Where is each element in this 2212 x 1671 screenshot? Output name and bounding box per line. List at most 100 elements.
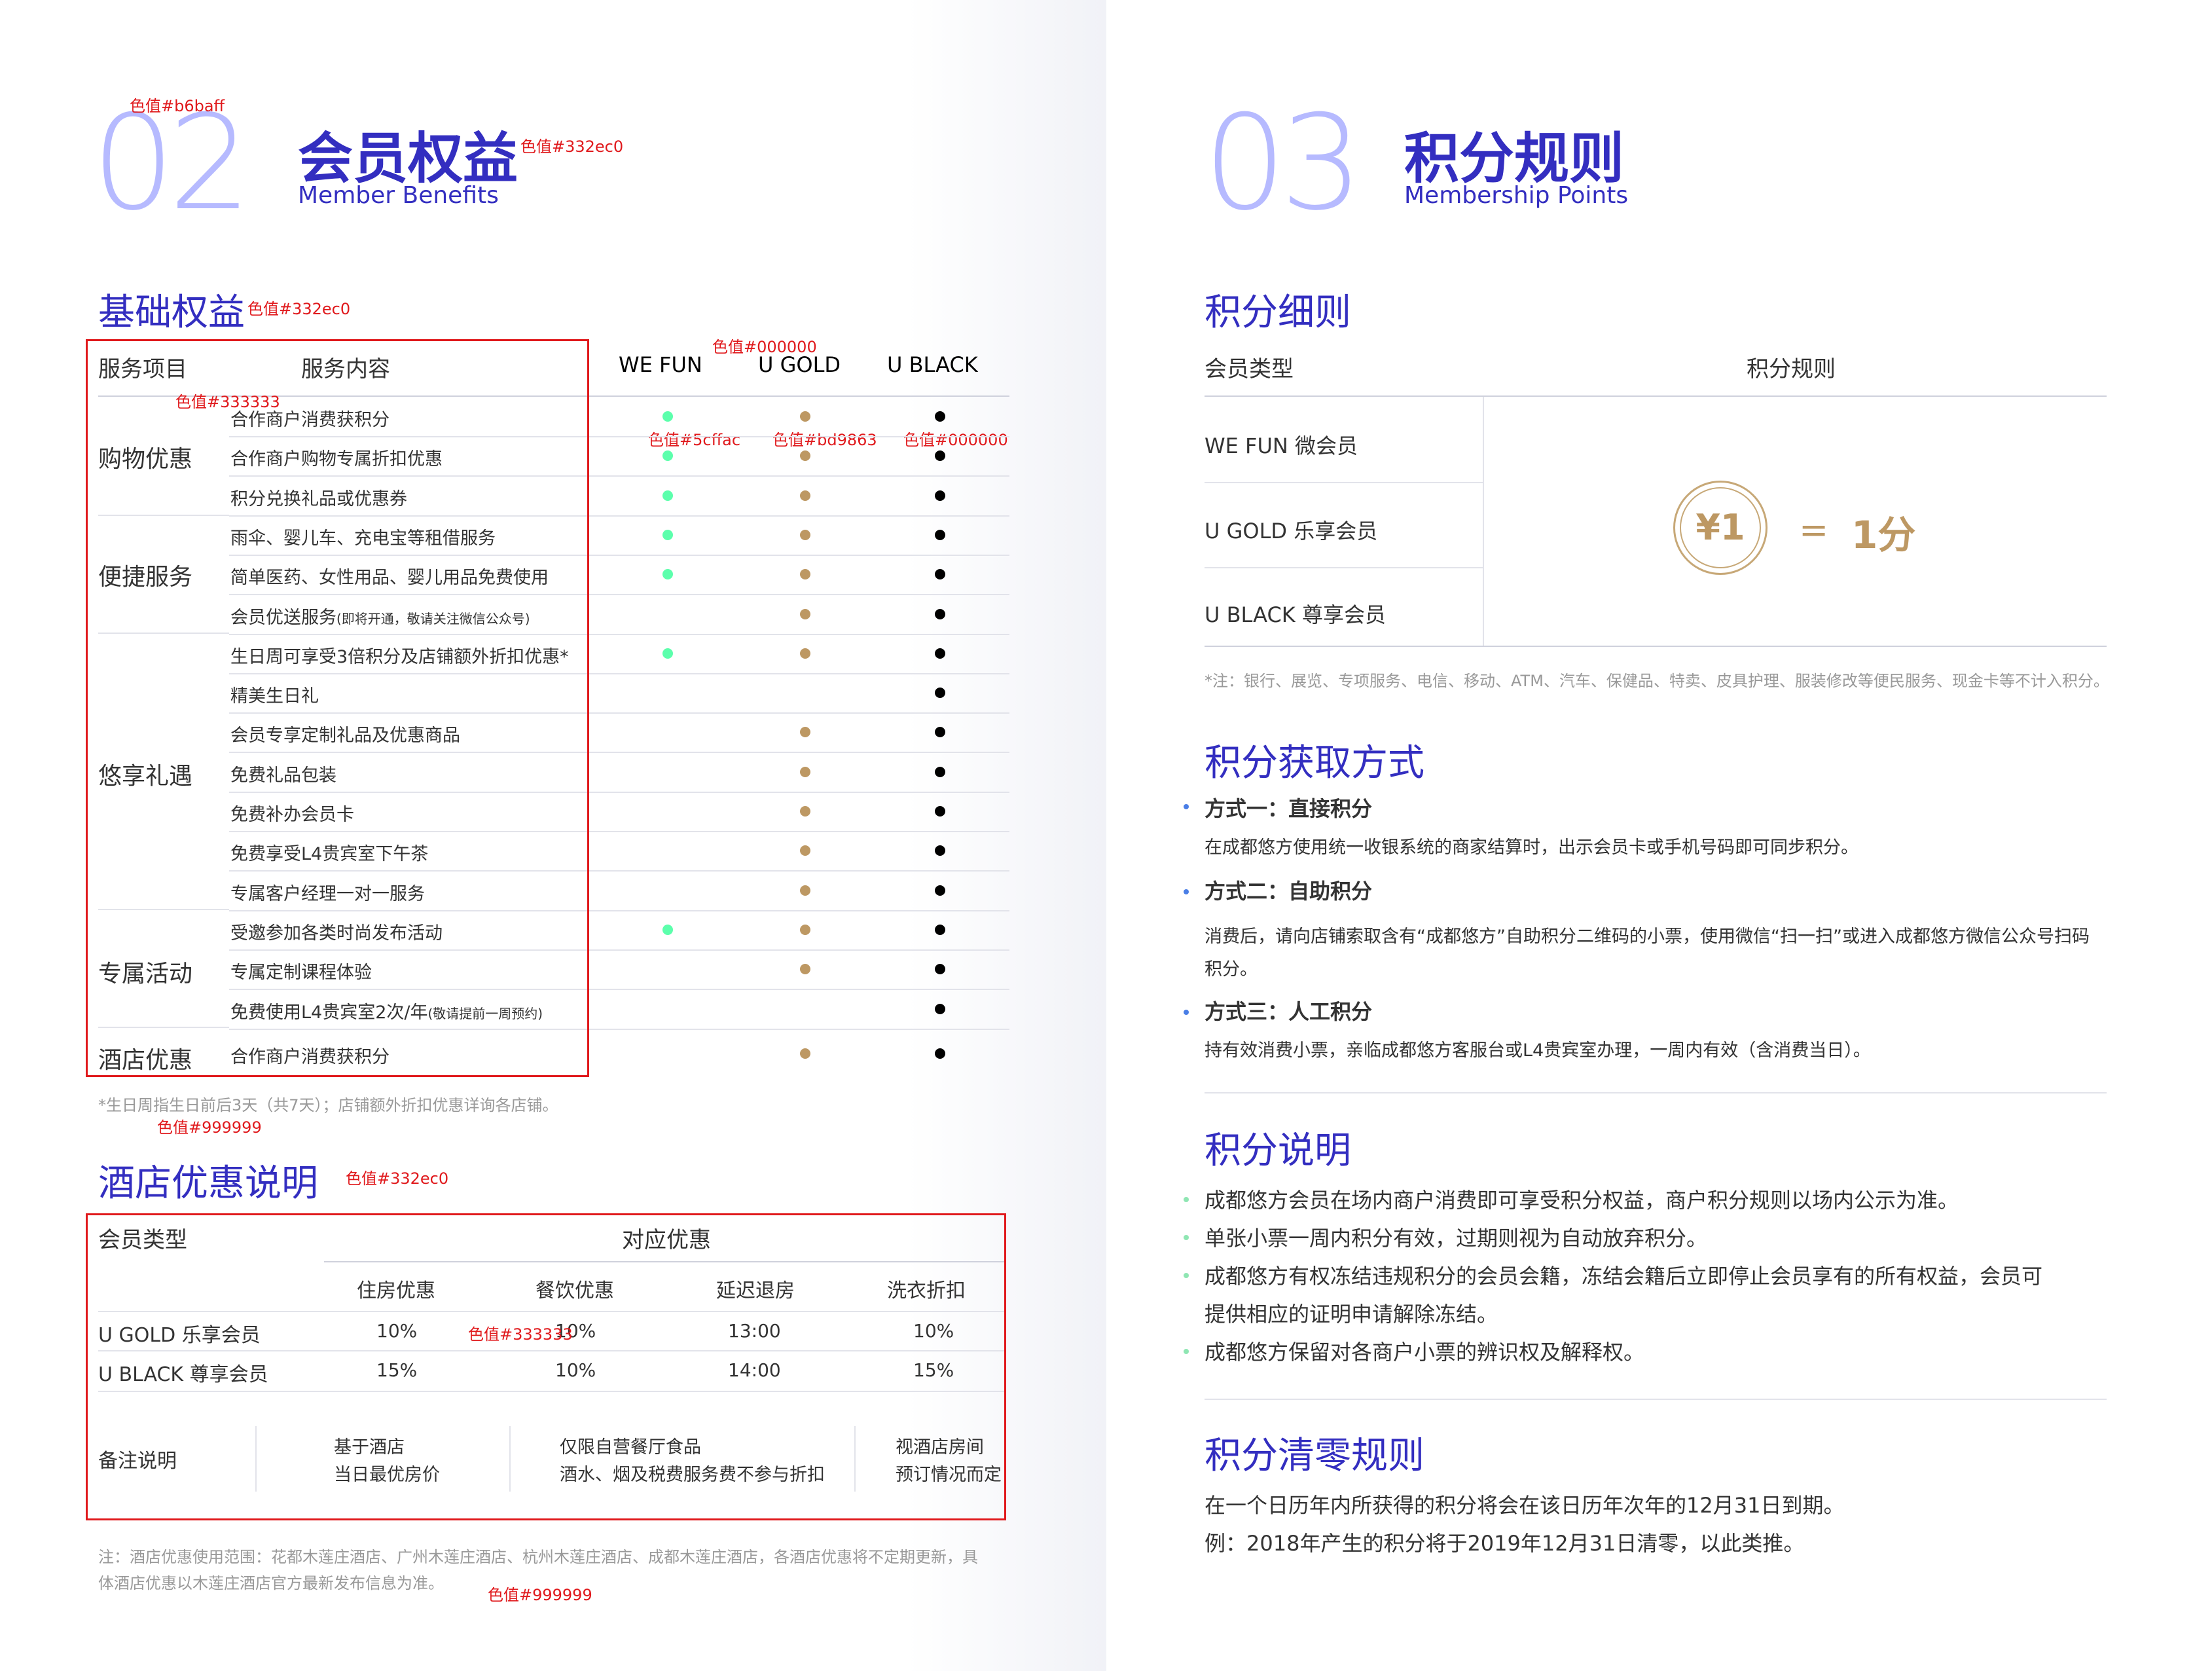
annotation-hotel-title-color: 色值#332ec0 [346,1169,449,1188]
points-type-u-black: U BLACK 尊享会员 [1205,602,1386,627]
bullet-icon [1184,889,1189,894]
u-gold-dot [800,490,810,501]
points-column-divider [1483,397,1484,646]
u-gold-dot [800,569,810,580]
u-black-dot [935,490,945,501]
bullet-icon [1184,1349,1189,1354]
section-number: 03 [1203,87,1363,240]
method-3-title: 方式三：人工积分 [1205,999,1373,1024]
header-u-black: U BLACK [887,352,978,377]
hotel-note-line1: 注：酒店优惠使用范围：花都木莲庄酒店、广州木莲庄酒店、杭州木莲庄酒店、成都木莲庄… [98,1548,978,1566]
section-divider [1205,1092,2107,1093]
points-bottom-divider [1205,646,2107,647]
clear-line-2: 例：2018年产生的积分将于2019年12月31日清零，以此类推。 [1205,1531,1805,1556]
we-fun-dot [662,529,673,540]
method-3-desc: 持有效消费小票，亲临成都悠方客服台或L4贵宾室办理，一周内有效（含消费当日）。 [1205,1040,1871,1061]
right-page: 03 积分规则 Membership Points 积分细则 会员类型 积分规则… [1106,0,2212,1671]
u-gold-dot [800,450,810,462]
points-divider [1205,567,1483,568]
coin-label: ¥1 [1695,507,1745,548]
u-black-dot [935,964,945,975]
we-fun-dot [662,924,673,935]
bullet-icon [1184,1197,1189,1202]
hotel-note-line2: 体酒店优惠以木莲庄酒店官方最新发布信息为准。 [98,1574,444,1592]
hotel-benefits-title: 酒店优惠说明 [98,1162,318,1205]
u-gold-dot [800,529,810,540]
annotation-hotel-note-color: 色值#999999 [488,1586,592,1604]
points-type-u-gold: U GOLD 乐享会员 [1205,519,1378,543]
method-2-desc-2: 积分。 [1205,959,1258,980]
method-2-title: 方式二：自助积分 [1205,879,1373,904]
u-gold-dot [800,924,810,935]
annotation-u-gold-color: 色值#bd9863 [772,431,877,449]
u-gold-dot [800,648,810,659]
explain-line-3: 成都悠方有权冻结违规积分的会员会籍，冻结会籍后立即停止会员享有的所有权益，会员可 [1205,1264,2043,1289]
bullet-icon [1184,804,1189,809]
u-gold-dot [800,766,810,777]
page-subtitle: Member Benefits [298,182,499,209]
annotation-footnote-color: 色值#999999 [157,1118,262,1137]
u-black-dot [935,845,945,856]
method-2-desc-1: 消费后，请向店铺索取含有“成都悠方”自助积分二维码的小票，使用微信“扫一扫”或进… [1205,927,2090,947]
annotation-header-color: 色值#000000 [712,338,817,356]
we-fun-dot [662,411,673,422]
u-black-dot [935,411,945,422]
points-col-member-type: 会员类型 [1205,356,1294,382]
method-1-desc: 在成都悠方使用统一收银系统的商家结算时，出示会员卡或手机号码即可同步积分。 [1205,837,1858,858]
u-black-dot [935,885,945,896]
u-gold-dot [800,608,810,619]
bullet-icon [1184,1235,1189,1240]
u-black-dot [935,569,945,580]
u-black-dot [935,688,945,699]
u-gold-dot [800,806,810,817]
explain-line-5: 成都悠方保留对各商户小票的辨识权及解释权。 [1205,1340,1645,1365]
u-gold-dot [800,411,810,422]
explain-line-1: 成都悠方会员在场内商户消费即可享受积分权益，商户积分规则以场内公示为准。 [1205,1188,1959,1213]
annotation-box-services [86,339,589,1077]
bullet-icon [1184,1010,1189,1015]
header-we-fun: WE FUN [619,352,702,377]
annotation-basic-title-color: 色值#332ec0 [247,300,351,318]
u-black-dot [935,450,945,462]
u-black-dot [935,1048,945,1059]
annotation-box-hotel [86,1213,1006,1520]
page-subtitle: Membership Points [1404,182,1629,209]
points-col-rule: 积分规则 [1747,356,1836,382]
u-black-dot [935,727,945,738]
basic-benefits-title: 基础权益 [98,291,245,334]
basic-footnote: *生日周指生日前后3天（共7天）；店铺额外折扣优惠详询各店铺。 [98,1096,558,1114]
u-black-dot [935,1003,945,1014]
points-header-divider [1205,395,2107,397]
clear-line-1: 在一个日历年内所获得的积分将会在该日历年次年的12月31日到期。 [1205,1493,1845,1518]
points-type-we-fun: WE FUN 微会员 [1205,433,1358,458]
method-1-title: 方式一：直接积分 [1205,796,1373,821]
annotation-u-black-color: 色值#000000 [903,431,1008,449]
we-fun-dot [662,648,673,659]
bullet-icon [1184,1273,1189,1278]
we-fun-dot [662,569,673,580]
explain-line-4: 提供相应的证明申请解除冻结。 [1205,1302,1498,1327]
u-black-dot [935,608,945,619]
left-page: 02 色值#b6baff 会员权益 色值#332ec0 Member Benef… [0,0,1106,1671]
annotation-we-fun-color: 色值#5cffac [648,431,741,449]
points-note: *注：银行、展览、专项服务、电信、移动、ATM、汽车、保健品、特卖、皮具护理、服… [1205,672,2109,690]
u-gold-dot [800,885,810,896]
section-number: 02 [92,87,251,240]
u-black-dot [935,766,945,777]
points-explain-title: 积分说明 [1205,1129,1351,1172]
u-gold-dot [800,1048,810,1059]
u-black-dot [935,924,945,935]
equals-sign: = [1799,509,1829,551]
we-fun-dot [662,490,673,501]
u-gold-dot [800,727,810,738]
coin-icon: ¥1 [1673,481,1768,575]
u-black-dot [935,529,945,540]
we-fun-dot [662,450,673,462]
earn-methods-title: 积分获取方式 [1205,742,1424,784]
points-details-title: 积分细则 [1205,291,1351,334]
points-value: 1分 [1851,513,1916,557]
points-clear-title: 积分清零规则 [1205,1435,1424,1477]
explain-line-2: 单张小票一周内积分有效，过期则视为自动放弃积分。 [1205,1226,1708,1251]
section-divider [1205,1399,2107,1400]
annotation-number-color: 色值#b6baff [130,97,225,115]
